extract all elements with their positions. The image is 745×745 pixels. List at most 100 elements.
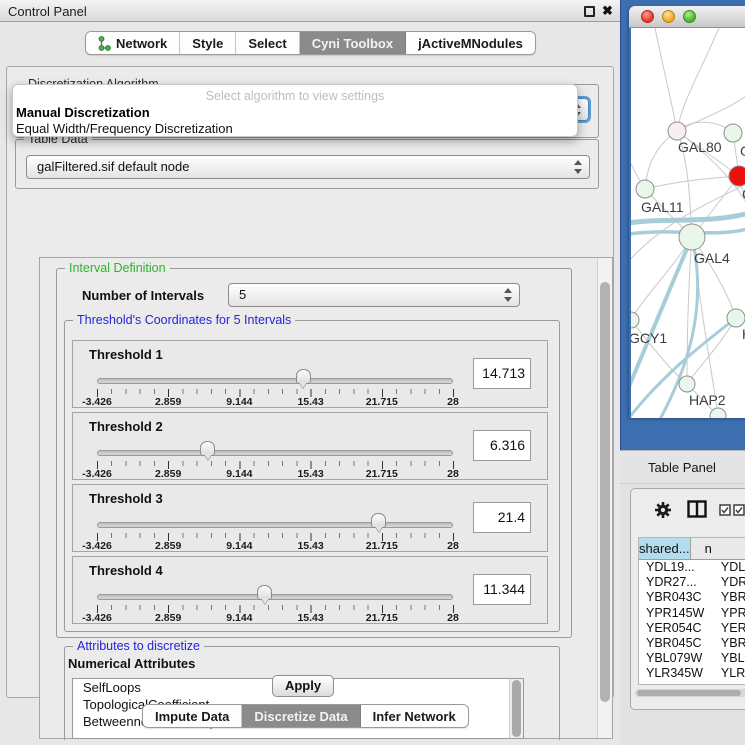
network-node[interactable] xyxy=(668,122,686,140)
control-panel-titlebar: Control Panel ✖ xyxy=(0,0,620,22)
table-row[interactable]: YER054CYER0 xyxy=(639,621,745,636)
threshold-value-field[interactable]: 21.4 xyxy=(473,502,531,533)
table-row[interactable]: YDL19...YDL1 xyxy=(639,560,745,575)
cell-name[interactable]: YBL0 xyxy=(721,651,745,666)
slider-tick-labels: -3.4262.8599.14415.4321.71528 xyxy=(97,540,454,552)
cell-name[interactable]: YER0 xyxy=(721,621,745,636)
scrollbar-thumb[interactable] xyxy=(600,282,610,702)
tab-network[interactable]: Network xyxy=(86,32,180,54)
cell-shared-name[interactable]: YBL079W xyxy=(639,651,721,666)
cell-shared-name[interactable]: YPR145W xyxy=(639,606,721,621)
tick-label: 28 xyxy=(447,468,459,480)
tab-select[interactable]: Select xyxy=(236,32,299,54)
apply-button[interactable]: Apply xyxy=(272,675,334,697)
threshold-slider-track[interactable] xyxy=(97,594,453,600)
minimize-traffic-light-icon[interactable] xyxy=(662,10,675,23)
table-row[interactable]: YPR145WYPR1 xyxy=(639,606,745,621)
close-traffic-light-icon[interactable] xyxy=(641,10,654,23)
number-of-intervals-value: 5 xyxy=(239,287,246,302)
table-data-combobox[interactable]: galFiltered.sif default node xyxy=(26,155,590,179)
cell-shared-name[interactable]: YLR345W xyxy=(639,666,721,681)
threshold-slider-track[interactable] xyxy=(97,522,453,528)
column-header-name[interactable]: n xyxy=(691,538,745,559)
network-window-titlebar[interactable] xyxy=(629,6,745,28)
float-window-icon[interactable] xyxy=(584,6,595,17)
bottom-tab-bar: Impute Data Discretize Data Infer Networ… xyxy=(142,704,469,728)
table-row[interactable]: YBR043CYBR0 xyxy=(639,590,745,605)
cell-name[interactable]: YLR3 xyxy=(721,666,745,681)
scrollbar-thumb[interactable] xyxy=(512,680,521,737)
number-of-intervals-combobox[interactable]: 5 xyxy=(228,283,520,307)
cell-shared-name[interactable]: YER054C xyxy=(639,621,721,636)
cell-name[interactable]: YIL0 xyxy=(721,682,745,686)
network-node[interactable] xyxy=(636,180,654,198)
tab-style-label: Style xyxy=(192,36,223,51)
attributes-scrollbar[interactable] xyxy=(509,679,523,738)
tab-jactivemnodules[interactable]: jActiveMNodules xyxy=(406,32,535,54)
interval-definition-label: Interval Definition xyxy=(65,261,170,275)
network-node[interactable] xyxy=(727,309,745,327)
column-header-shared-name[interactable]: shared... xyxy=(639,538,691,559)
tick-label: 28 xyxy=(447,396,459,408)
scrollbar-thumb[interactable] xyxy=(637,690,741,696)
option-manual-discretization[interactable]: Manual Discretization xyxy=(16,105,150,120)
table-row[interactable]: YDR27...YDR2 xyxy=(639,575,745,590)
threshold-slider-track[interactable] xyxy=(97,450,453,456)
checkbox-icon[interactable] xyxy=(719,504,731,516)
threshold-label: Threshold 4 xyxy=(89,563,163,578)
network-node[interactable] xyxy=(729,166,745,186)
table-row[interactable]: YIL052CYIL0 xyxy=(639,682,745,686)
cell-name[interactable]: YDL1 xyxy=(721,560,745,575)
network-node[interactable] xyxy=(631,312,639,328)
cell-shared-name[interactable]: YDL19... xyxy=(639,560,721,575)
tick-label: 9.144 xyxy=(226,396,252,408)
tab-style[interactable]: Style xyxy=(180,32,236,54)
cell-name[interactable]: YBR0 xyxy=(721,590,745,605)
node-table[interactable]: shared... n YDL19...YDL1YDR27...YDR2YBR0… xyxy=(638,537,745,685)
network-canvas[interactable]: GAL80GCGAL11GAL4GCY1HHAP2 xyxy=(631,28,745,418)
network-node[interactable] xyxy=(724,124,742,142)
table-panel-title: Table Panel xyxy=(648,460,716,475)
network-node[interactable] xyxy=(679,224,705,250)
network-graph: GAL80GCGAL11GAL4GCY1HHAP2 xyxy=(631,28,745,418)
threshold-label: Threshold 1 xyxy=(89,347,163,362)
threshold-slider-handle[interactable] xyxy=(257,585,272,600)
tab-impute-label: Impute Data xyxy=(155,709,229,724)
tab-impute-data[interactable]: Impute Data xyxy=(143,705,242,727)
cell-shared-name[interactable]: YBR045C xyxy=(639,636,721,651)
table-row[interactable]: YLR345WYLR3 xyxy=(639,666,745,681)
cell-name[interactable]: YPR1 xyxy=(721,606,745,621)
table-body: YDL19...YDL1YDR27...YDR2YBR043CYBR0YPR14… xyxy=(639,560,745,685)
option-equal-width-frequency[interactable]: Equal Width/Frequency Discretization xyxy=(16,121,233,136)
cell-shared-name[interactable]: YIL052C xyxy=(639,682,721,686)
threshold-value-field[interactable]: 11.344 xyxy=(473,574,531,605)
table-row[interactable]: YBR045CYBR0 xyxy=(639,636,745,651)
threshold-value-field[interactable]: 14.713 xyxy=(473,358,531,389)
tab-cyni-toolbox[interactable]: Cyni Toolbox xyxy=(300,32,406,54)
threshold-slider-track[interactable] xyxy=(97,378,453,384)
tab-jactive-label: jActiveMNodules xyxy=(418,36,523,51)
tab-infer-network[interactable]: Infer Network xyxy=(361,705,468,727)
node-label: HAP2 xyxy=(689,392,726,408)
threshold-slider-handle[interactable] xyxy=(296,369,311,384)
close-icon[interactable]: ✖ xyxy=(602,3,613,19)
cell-shared-name[interactable]: YBR043C xyxy=(639,590,721,605)
checkbox-icon[interactable] xyxy=(733,504,745,516)
table-horizontal-scrollbar[interactable] xyxy=(635,689,745,697)
cell-shared-name[interactable]: YDR27... xyxy=(639,575,721,590)
network-node[interactable] xyxy=(679,376,695,392)
threshold-slider-handle[interactable] xyxy=(371,513,386,528)
cell-name[interactable]: YBR0 xyxy=(721,636,745,651)
split-columns-icon[interactable] xyxy=(687,500,707,518)
settings-scrollbar[interactable] xyxy=(597,258,612,738)
tab-discretize-data[interactable]: Discretize Data xyxy=(242,705,360,727)
network-view-window[interactable]: GAL80GCGAL11GAL4GCY1HHAP2 xyxy=(629,6,745,418)
table-row[interactable]: YBL079WYBL0 xyxy=(639,651,745,666)
gear-icon[interactable] xyxy=(653,500,673,520)
threshold-value-field[interactable]: 6.316 xyxy=(473,430,531,461)
table-panel-header: Table Panel xyxy=(620,450,745,484)
cell-name[interactable]: YDR2 xyxy=(721,575,745,590)
cyni-toolbox-panel: Discretization Algorithm Table Data galF… xyxy=(6,66,614,698)
zoom-traffic-light-icon[interactable] xyxy=(683,10,696,23)
threshold-slider-handle[interactable] xyxy=(200,441,215,456)
